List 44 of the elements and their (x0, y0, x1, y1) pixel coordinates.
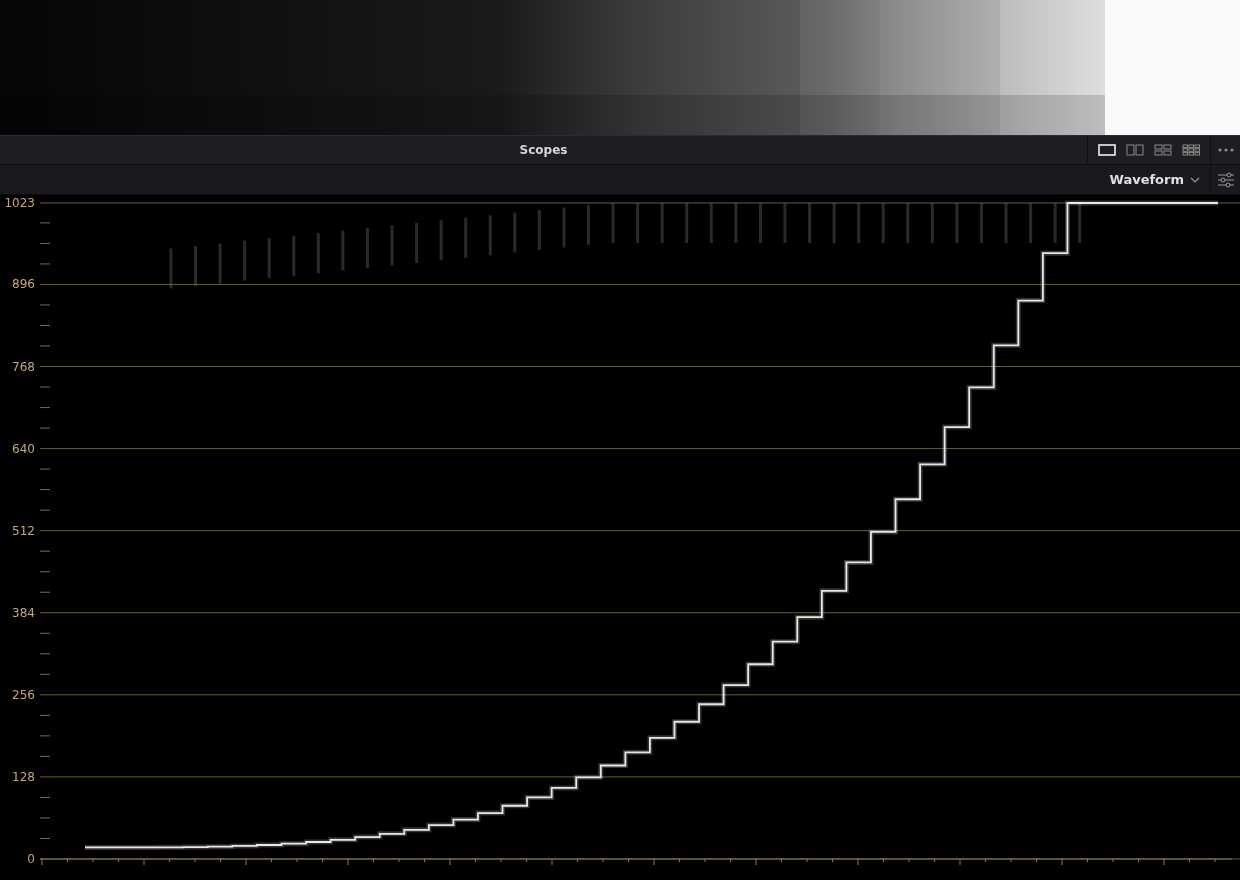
tick-mark (39, 386, 51, 388)
axis-label: 512 (12, 523, 35, 538)
chevron-icon (1190, 176, 1200, 183)
tick-mark (39, 550, 51, 552)
tick-mark (39, 817, 51, 819)
layout-icon (1154, 144, 1172, 156)
axis-label: 0 (27, 852, 35, 866)
axis-label: 1023 (4, 196, 35, 210)
axis-label: 896 (12, 277, 35, 292)
tick-mark (39, 673, 51, 675)
tick-mark (39, 427, 51, 429)
layout-icon (1098, 144, 1116, 156)
layout-icon (1182, 144, 1200, 156)
settings-icon (1216, 171, 1235, 188)
tick-mark (39, 714, 51, 716)
tick-mark (39, 242, 51, 244)
tick-mark (39, 632, 51, 634)
axis-label: 768 (12, 359, 35, 374)
scope-type-dropdown[interactable]: Waveform (1099, 165, 1210, 194)
tick-mark (39, 735, 51, 737)
layout-button[interactable] (1096, 141, 1118, 159)
axis-label: 128 (12, 769, 35, 784)
tick-mark (39, 509, 51, 511)
tick-mark (39, 653, 51, 655)
axis-label: 384 (12, 605, 35, 620)
tick-mark (39, 571, 51, 573)
tick-mark (39, 407, 51, 409)
tick-mark (39, 796, 51, 798)
axis-label: 256 (12, 687, 35, 702)
tick-mark (39, 304, 51, 306)
layout-icon (1126, 144, 1144, 156)
tick-mark (39, 489, 51, 491)
tick-mark (39, 222, 51, 224)
tick-mark (39, 345, 51, 347)
more-icon (1217, 148, 1234, 152)
tick-mark (39, 325, 51, 326)
panel-title: Scopes (519, 143, 568, 157)
tick-mark (39, 755, 51, 757)
layout-button[interactable] (1180, 141, 1202, 159)
tick-mark (39, 591, 51, 593)
axis-label: 640 (12, 441, 35, 456)
tick-mark (39, 468, 51, 470)
tick-mark (39, 263, 51, 265)
tick-mark (39, 838, 51, 839)
